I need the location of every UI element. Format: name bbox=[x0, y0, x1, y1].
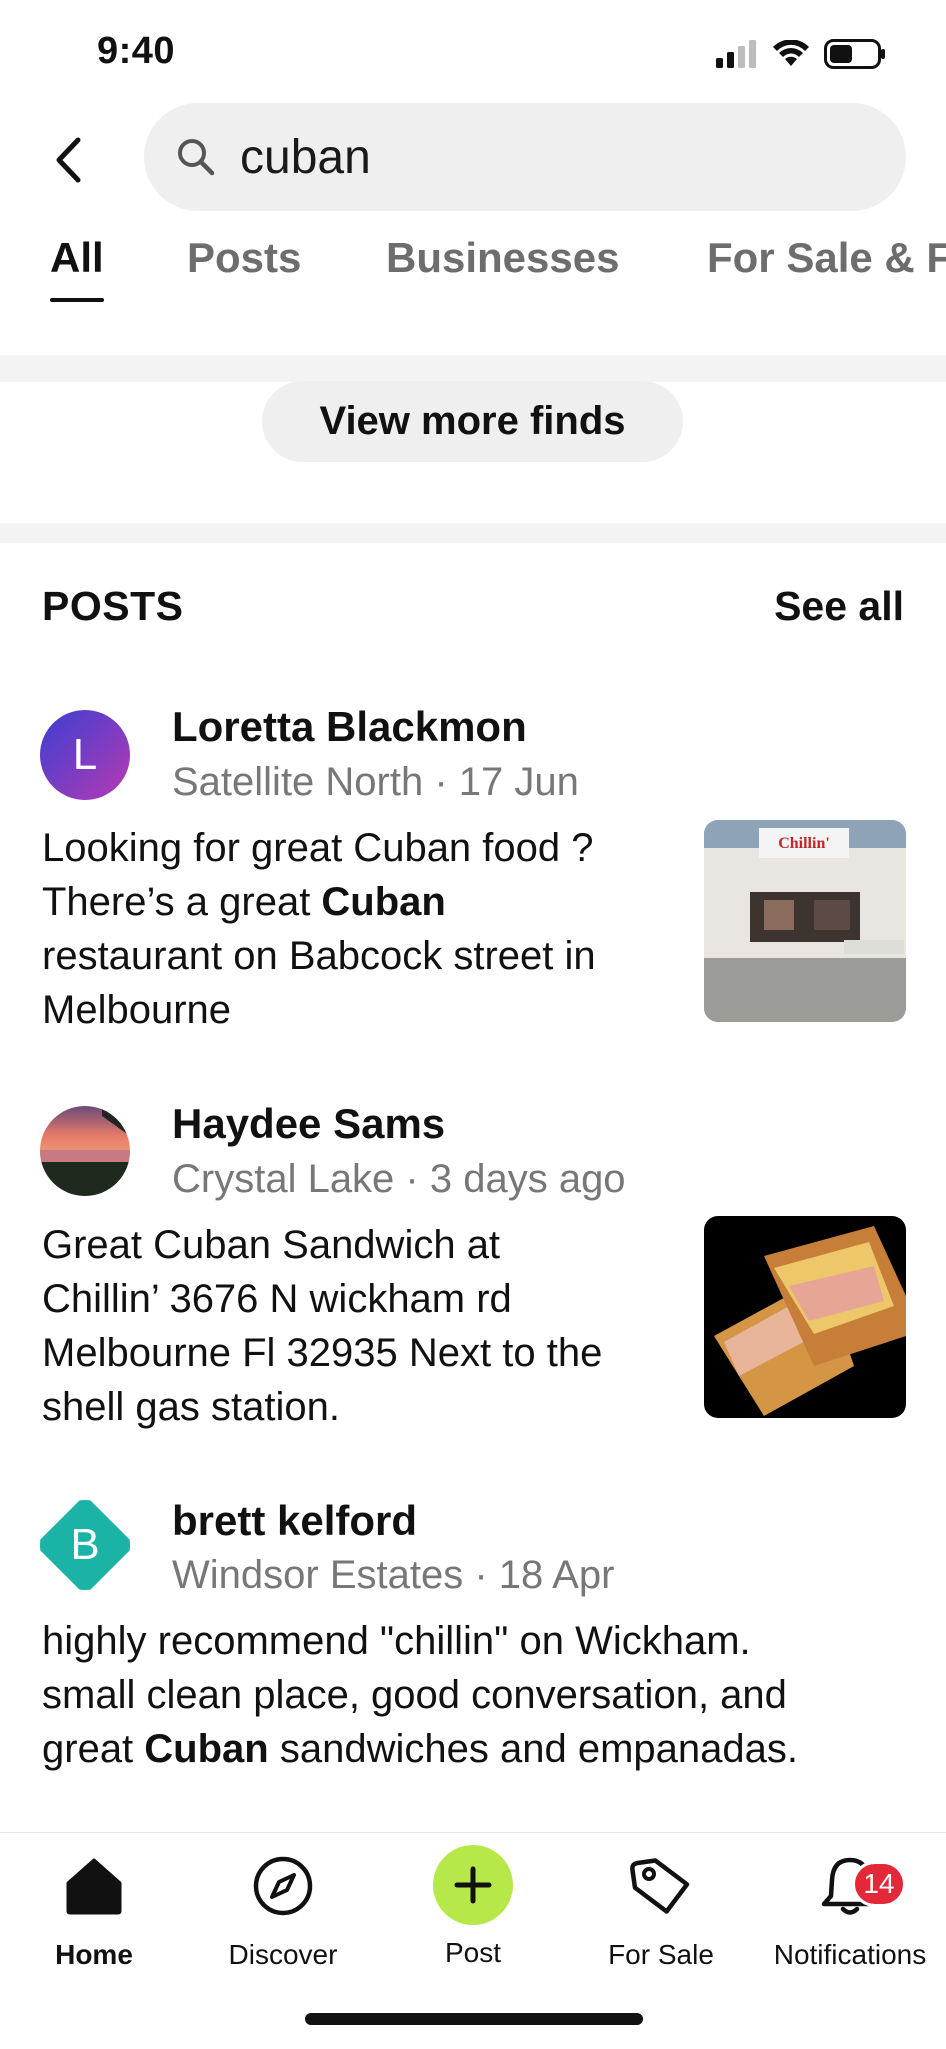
highlight-term: Cuban bbox=[144, 1727, 269, 1771]
avatar-initial: L bbox=[72, 730, 98, 779]
nav-notifications[interactable]: 14 Notifications bbox=[760, 1851, 940, 1971]
home-indicator[interactable] bbox=[305, 2013, 643, 2025]
nav-label: Discover bbox=[228, 1939, 338, 1970]
status-time: 9:40 bbox=[97, 30, 176, 72]
post-meta: Crystal Lake · 3 days ago bbox=[172, 1157, 626, 1201]
post-line: Chillin’ 3676 N wickham rd bbox=[42, 1277, 512, 1321]
nav-label: Post bbox=[444, 1937, 502, 1968]
post-line: highly recommend "chillin" on Wickham. bbox=[42, 1619, 751, 1663]
filter-tabs: All Posts Businesses For Sale & F bbox=[0, 230, 946, 310]
battery-icon bbox=[824, 39, 885, 69]
tab-businesses[interactable]: Businesses bbox=[386, 234, 619, 282]
post-line: restaurant on Babcock street in bbox=[42, 934, 596, 978]
tab-posts[interactable]: Posts bbox=[187, 234, 301, 282]
active-tab-indicator bbox=[50, 298, 104, 302]
post-meta: Satellite North · 17 Jun bbox=[172, 760, 579, 804]
post-author[interactable]: Haydee Sams bbox=[172, 1100, 445, 1148]
price-tag-icon bbox=[626, 1851, 696, 1921]
highlight-term: Cuban bbox=[321, 880, 446, 924]
post-meta: Windsor Estates · 18 Apr bbox=[172, 1553, 615, 1597]
post-body[interactable]: Great Cuban Sandwich at Chillin’ 3676 N … bbox=[42, 1218, 692, 1434]
plus-icon bbox=[433, 1845, 513, 1925]
post-line: small clean place, good conversation, an… bbox=[42, 1673, 787, 1717]
tab-all[interactable]: All bbox=[50, 234, 104, 282]
post-line: Looking for great Cuban food ? bbox=[42, 826, 594, 870]
nav-label: Home bbox=[55, 1939, 133, 1970]
status-icons bbox=[716, 36, 886, 72]
post-line: Great Cuban Sandwich at bbox=[42, 1223, 501, 1267]
post-line: There’s a great Cuban bbox=[42, 880, 446, 924]
section-divider bbox=[0, 523, 946, 543]
post-line: Melbourne Fl 32935 Next to the bbox=[42, 1331, 603, 1375]
view-more-finds-button[interactable]: View more finds bbox=[262, 381, 683, 462]
nav-home[interactable]: Home bbox=[4, 1851, 184, 1971]
nav-discover[interactable]: Discover bbox=[193, 1851, 373, 1971]
post-body[interactable]: Looking for great Cuban food ? There’s a… bbox=[42, 821, 692, 1037]
see-all-link[interactable]: See all bbox=[774, 583, 904, 630]
avatar[interactable]: L bbox=[40, 710, 130, 800]
avatar[interactable] bbox=[40, 1106, 130, 1196]
post-line: shell gas station. bbox=[42, 1385, 340, 1429]
storefront-sign-text: Chillin' bbox=[778, 835, 830, 852]
post-thumbnail[interactable] bbox=[704, 1216, 906, 1418]
avatar-initial: B bbox=[70, 1520, 100, 1569]
post-author[interactable]: brett kelford bbox=[172, 1497, 417, 1545]
notification-badge: 14 bbox=[852, 1861, 906, 1907]
home-icon bbox=[59, 1851, 129, 1921]
post-line: Melbourne bbox=[42, 988, 232, 1032]
back-button[interactable] bbox=[46, 130, 90, 190]
tab-for-sale[interactable]: For Sale & F bbox=[707, 234, 946, 282]
nav-label: Notifications bbox=[773, 1939, 927, 1970]
signal-icon bbox=[716, 40, 756, 68]
posts-section-title: POSTS bbox=[42, 583, 184, 629]
wifi-icon bbox=[773, 40, 809, 66]
compass-icon bbox=[248, 1851, 318, 1921]
nav-post[interactable]: Post bbox=[383, 1845, 563, 1969]
search-input[interactable]: cuban bbox=[144, 103, 906, 211]
section-divider bbox=[0, 355, 946, 382]
post-body[interactable]: highly recommend "chillin" on Wickham. s… bbox=[42, 1614, 922, 1776]
nav-for-sale[interactable]: For Sale bbox=[571, 1851, 751, 1971]
post-author[interactable]: Loretta Blackmon bbox=[172, 703, 527, 751]
post-line: great Cuban sandwiches and empanadas. bbox=[42, 1727, 798, 1771]
post-thumbnail[interactable]: Chillin' bbox=[704, 820, 906, 1022]
nav-label: For Sale bbox=[608, 1939, 714, 1970]
avatar[interactable]: B bbox=[40, 1500, 130, 1590]
search-icon bbox=[176, 136, 218, 178]
search-query: cuban bbox=[240, 130, 371, 184]
chevron-left-icon bbox=[56, 137, 81, 183]
